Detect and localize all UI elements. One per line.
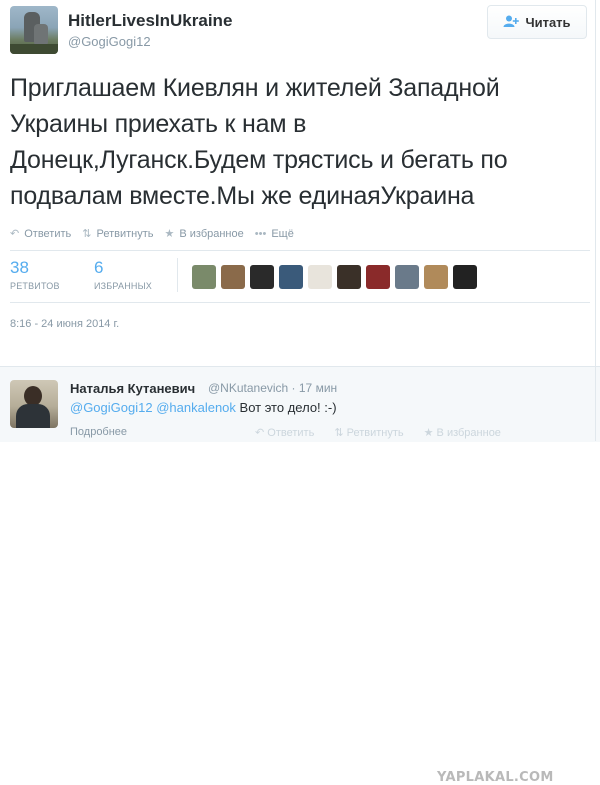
favoriter-avatar[interactable] (395, 265, 419, 289)
mention-link[interactable]: @hankalenok (156, 400, 236, 415)
reply-actions: ↶ Ответить ⇅ Ретвитнуть ★ В избранное (255, 426, 501, 439)
favoriter-avatar[interactable] (453, 265, 477, 289)
reply-avatar[interactable] (10, 380, 58, 428)
more-icon: ••• (254, 227, 267, 240)
main-tweet: HitlerLivesInUkraine @GogiGogi12 Читать … (0, 0, 600, 365)
favoriter-avatar[interactable] (308, 265, 332, 289)
reply-label: Ответить (24, 227, 72, 240)
favorite-action-label: В избранное (436, 427, 501, 439)
favoriters-avatars (192, 265, 477, 289)
add-user-icon (503, 15, 520, 30)
user-avatar[interactable] (10, 6, 58, 54)
reply-handle-time[interactable]: @NKutanevich · 17 мин (208, 381, 337, 395)
divider (595, 0, 596, 441)
star-icon: ★ (423, 427, 434, 439)
more-label: Ещё (271, 227, 294, 240)
star-icon: ★ (164, 228, 175, 240)
tweet-text: Приглашаем Киевлян и жителей Западной Ук… (10, 70, 595, 214)
favoriter-avatar[interactable] (192, 265, 216, 289)
favorites-stat[interactable]: 6 ИЗБРАННЫХ (94, 258, 152, 291)
tweet-text-line: подвалам вместе.Мы же единаяУкраина (10, 182, 475, 210)
favorite-action[interactable]: ★ В избранное (424, 426, 501, 439)
details-link[interactable]: Подробнее (70, 426, 127, 438)
reply-author-name[interactable]: Наталья Кутаневич (70, 381, 195, 396)
tweet-text-line: Приглашаем Киевлян и жителей Западной (10, 74, 500, 102)
reply-icon: ↶ (10, 228, 20, 240)
timestamp[interactable]: 8:16 - 24 июня 2014 г. (10, 318, 119, 330)
favoriter-avatar[interactable] (424, 265, 448, 289)
retweet-icon: ⇅ (82, 228, 92, 240)
reply-action[interactable]: ↶ Ответить (255, 426, 314, 439)
favoriter-avatar[interactable] (337, 265, 361, 289)
favoriter-avatar[interactable] (250, 265, 274, 289)
retweets-stat[interactable]: 38 РЕТВИТОВ (10, 258, 60, 291)
follow-button[interactable]: Читать (487, 5, 587, 39)
more-action[interactable]: ••• Ещё (255, 227, 294, 240)
favorites-label: ИЗБРАННЫХ (94, 281, 152, 291)
retweet-icon: ⇅ (334, 427, 344, 439)
display-name[interactable]: HitlerLivesInUkraine (68, 11, 232, 31)
retweet-action[interactable]: ⇅ Ретвитнуть (82, 227, 154, 241)
tweet-text-line: Украины приехать к нам в (10, 110, 307, 138)
retweet-label: Ретвитнуть (96, 227, 154, 240)
screen-name[interactable]: @GogiGogi12 (68, 34, 151, 49)
retweet-action[interactable]: ⇅ Ретвитнуть (334, 426, 403, 439)
favoriter-avatar[interactable] (221, 265, 245, 289)
mention-link[interactable]: @GogiGogi12 (70, 400, 153, 415)
divider (177, 258, 178, 292)
retweet-action-label: Ретвитнуть (346, 427, 404, 439)
reply-body: Вот это дело! :-) (239, 400, 337, 415)
tweet-actions: ↶ Ответить ⇅ Ретвитнуть ★ В избранное ••… (10, 227, 294, 241)
divider (10, 250, 590, 251)
reply-text: @GogiGogi12 @hankalenok Вот это дело! :-… (70, 400, 337, 415)
retweets-count: 38 (10, 258, 29, 277)
tweet-text-line: Донецк,Луганск.Будем трястись и бегать п… (10, 146, 508, 174)
favorites-count: 6 (94, 258, 104, 277)
favorite-label: В избранное (179, 227, 244, 240)
reply-action-label: Ответить (267, 427, 315, 439)
favoriter-avatar[interactable] (366, 265, 390, 289)
retweets-label: РЕТВИТОВ (10, 281, 60, 291)
divider (10, 302, 590, 303)
reply-tweet: Наталья Кутаневич @NKutanevich · 17 мин … (0, 366, 600, 785)
watermark: YAPLAKAL.COM (437, 770, 554, 785)
favoriter-avatar[interactable] (279, 265, 303, 289)
favorite-action[interactable]: ★ В избранное (164, 227, 244, 241)
reply-action[interactable]: ↶ Ответить (10, 227, 72, 241)
reply-icon: ↶ (255, 427, 265, 439)
follow-label: Читать (525, 14, 571, 30)
